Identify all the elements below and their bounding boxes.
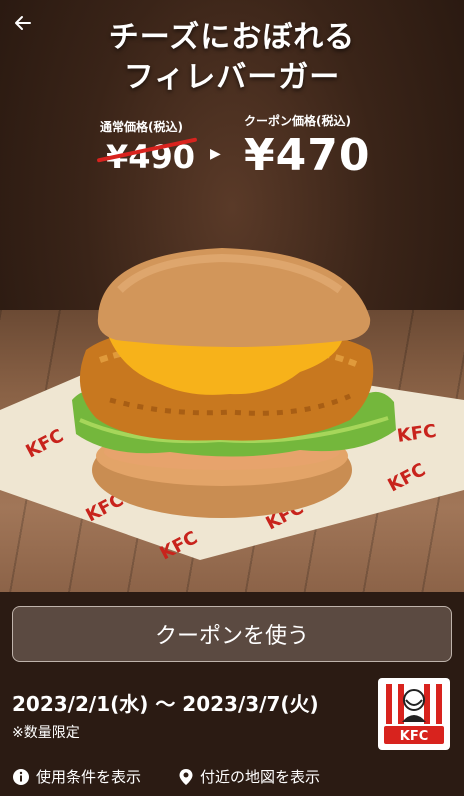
product-title-line2: フィレバーガー: [123, 60, 341, 95]
coupon-price-label: クーポン価格(税込): [244, 114, 351, 128]
validity-date-range: 2023/2/1(水) 〜 2023/3/7(火): [12, 692, 319, 716]
show-terms-label: 使用条件を表示: [36, 768, 142, 786]
top-bun: [97, 248, 371, 347]
show-nearby-map-label: 付近の地図を表示: [200, 768, 321, 786]
kfc-logo-text: KFC: [400, 729, 429, 744]
burger-image: KFC KFC KFC KFC KFC KFC: [0, 248, 464, 564]
show-nearby-map-link[interactable]: 付近の地図を表示: [178, 766, 320, 787]
use-coupon-button[interactable]: クーポンを使う: [12, 606, 452, 662]
kfc-logo-image: KFC: [384, 684, 444, 744]
coupon-price: ¥470: [244, 130, 371, 181]
kfc-logo: KFC: [378, 678, 450, 750]
product-title-line1: チーズにおぼれる: [108, 20, 356, 55]
use-coupon-button-label: クーポンを使う: [154, 624, 309, 649]
info-icon: [13, 768, 29, 785]
hero-banner: KFC KFC KFC KFC KFC KFC チーズにおぼれる フィレバーガー…: [0, 0, 464, 592]
regular-price-label: 通常価格(税込): [100, 120, 183, 134]
product-title: チーズにおぼれる フィレバーガー: [0, 18, 464, 98]
show-terms-link[interactable]: 使用条件を表示: [12, 766, 141, 787]
limited-quantity-note: ※数量限定: [12, 725, 80, 741]
triangle-right-icon: ▶: [210, 146, 221, 162]
location-pin-icon: [179, 768, 193, 785]
